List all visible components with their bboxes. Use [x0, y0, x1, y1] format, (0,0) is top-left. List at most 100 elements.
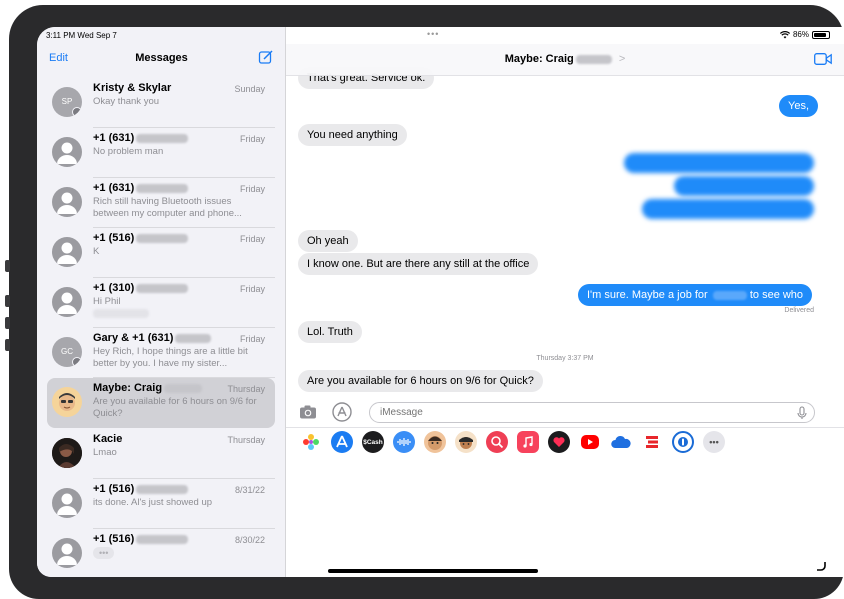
person-icon: [57, 192, 77, 214]
heart-icon: [553, 437, 565, 447]
conversation-item[interactable]: +1 (516) 8/31/22 its done. Al's just sho…: [47, 479, 275, 529]
camera-icon[interactable]: [299, 404, 317, 420]
conversation-item[interactable]: +1 (631) Friday No problem man: [47, 128, 275, 178]
memoji-app-icon[interactable]: [424, 431, 446, 453]
chat-pane: Maybe: Craig > That's great. Service ok.…: [286, 27, 844, 577]
typing-indicator: •••: [93, 547, 261, 560]
stripes-icon: [646, 436, 658, 448]
conversation-name: +1 (631): [93, 132, 189, 144]
memoji-face-icon: [428, 436, 442, 450]
chevron-right-icon: >: [618, 53, 626, 65]
imessage-input[interactable]: [369, 402, 815, 423]
ipad-screen: 3:11 PM Wed Sep 7 ••• 86% Edit Messages …: [37, 27, 844, 577]
message-bubble-outgoing[interactable]: Yes,: [779, 95, 819, 117]
conversation-name: Maybe: Craig: [93, 382, 203, 394]
memoji-stickers-app-icon[interactable]: [455, 431, 477, 453]
conversation-name: +1 (516): [93, 232, 189, 244]
redacted-text: [136, 283, 189, 293]
conversation-date: 8/30/22: [234, 535, 265, 545]
status-right: 86%: [779, 30, 830, 39]
conversation-item[interactable]: +1 (631) Friday Rich still having Blueto…: [47, 178, 275, 228]
redacted-text: [712, 290, 747, 300]
stripes-app-icon[interactable]: [641, 431, 663, 453]
redacted-text: [136, 133, 189, 143]
chat-title[interactable]: Maybe: Craig >: [286, 53, 844, 65]
avatar: [52, 538, 82, 568]
image-search-app-icon[interactable]: [486, 431, 508, 453]
imessage-app-strip: $Cash •••: [300, 431, 725, 453]
conversation-preview: Are you available for 6 hours on 9/6 for…: [93, 396, 257, 419]
message-bubble-incoming[interactable]: Oh yeah: [298, 230, 358, 252]
group-avatar-badge: [72, 107, 82, 117]
cloud-app-icon[interactable]: [610, 431, 632, 453]
music-app-icon[interactable]: [517, 431, 539, 453]
redacted-text: [136, 233, 189, 243]
battery-fill: [814, 32, 826, 37]
redacted-text: [175, 333, 212, 343]
dictation-mic-icon[interactable]: [797, 406, 807, 420]
contact-photo: [52, 438, 82, 468]
redacted-text: [164, 383, 203, 393]
person-icon: [57, 493, 77, 515]
redacted-text: [136, 183, 189, 193]
sidebar-title: Messages: [135, 52, 188, 64]
side-button: [5, 317, 10, 329]
side-button: [5, 295, 10, 307]
conversation-item[interactable]: +1 (516) Friday K: [47, 228, 275, 278]
message-bubble-outgoing-redacted[interactable]: [674, 176, 814, 196]
conversation-date: Friday: [239, 234, 265, 244]
conversation-item-selected[interactable]: Maybe: Craig Thursday Are you available …: [47, 378, 275, 428]
facetime-video-icon[interactable]: [814, 53, 832, 65]
conversation-item[interactable]: +1 (310) Friday Hi Phil: [47, 278, 275, 328]
conversation-preview-text: Hi Phil: [93, 296, 121, 307]
magnifier-globe-icon: [491, 436, 504, 449]
message-bubble-incoming[interactable]: Are you available for 6 hours on 9/6 for…: [298, 370, 543, 392]
keyhole-icon: [678, 437, 688, 447]
youtube-app-icon[interactable]: [581, 435, 599, 449]
corner-resize-icon: [817, 562, 826, 571]
message-bubble-outgoing-redacted[interactable]: [642, 199, 814, 219]
conversation-date: Friday: [239, 184, 265, 194]
message-bubble-incoming[interactable]: Lol. Truth: [298, 321, 362, 343]
status-time: 3:11 PM Wed Sep 7: [46, 31, 117, 40]
photos-app-icon[interactable]: [300, 431, 322, 453]
conversation-name: +1 (631): [93, 182, 189, 194]
avatar-initials: SP: [61, 97, 73, 106]
conversation-item[interactable]: +1 (516) 8/30/22 •••: [47, 529, 275, 577]
conversation-name-text: Maybe: Craig: [93, 382, 163, 394]
conversation-preview: Lmao: [93, 447, 117, 458]
side-button: [5, 339, 10, 351]
1password-app-icon[interactable]: [672, 431, 694, 453]
message-bubble-incoming[interactable]: You need anything: [298, 124, 407, 146]
conversation-name: +1 (310): [93, 282, 189, 294]
side-button: [5, 260, 10, 272]
app-store-icon[interactable]: [332, 402, 352, 422]
conversation-item[interactable]: Kacie Thursday Lmao: [47, 429, 275, 479]
app-store-app-icon[interactable]: [331, 431, 353, 453]
conversation-name: Gary & +1 (631): [93, 332, 212, 344]
conversation-date: Friday: [239, 134, 265, 144]
conversation-date: 8/31/22: [234, 485, 265, 495]
message-bubble-outgoing[interactable]: I'm sure. Maybe a job for to see who: [578, 284, 813, 306]
conversation-name-text: +1 (516): [93, 483, 135, 495]
conversation-name: +1 (516): [93, 533, 189, 545]
compose-icon[interactable]: [258, 49, 274, 65]
more-apps-button[interactable]: •••: [703, 431, 725, 453]
conversation-item[interactable]: SP Kristy & Skylar Sunday Okay thank you: [47, 78, 275, 128]
conversation-preview: No problem man: [93, 146, 164, 157]
message-bubble-outgoing-redacted[interactable]: [624, 153, 814, 173]
apple-cash-app-icon[interactable]: $Cash: [362, 431, 384, 453]
message-text: to see who: [749, 289, 804, 301]
fitness-app-icon[interactable]: [548, 431, 570, 453]
redacted-text: [575, 54, 612, 64]
audio-message-app-icon[interactable]: [393, 431, 415, 453]
conversation-item[interactable]: GC Gary & +1 (631) Friday Hey Rich, I ho…: [47, 328, 275, 378]
multitasking-dots[interactable]: •••: [427, 29, 439, 39]
conversation-name: Kristy & Skylar: [93, 82, 172, 94]
group-avatar-badge: [72, 357, 82, 367]
avatar: [52, 287, 82, 317]
conversation-name-text: +1 (631): [93, 132, 135, 144]
person-icon: [57, 142, 77, 164]
conversation-date: Friday: [239, 334, 265, 344]
message-bubble-incoming[interactable]: I know one. But are there any still at t…: [298, 253, 539, 275]
